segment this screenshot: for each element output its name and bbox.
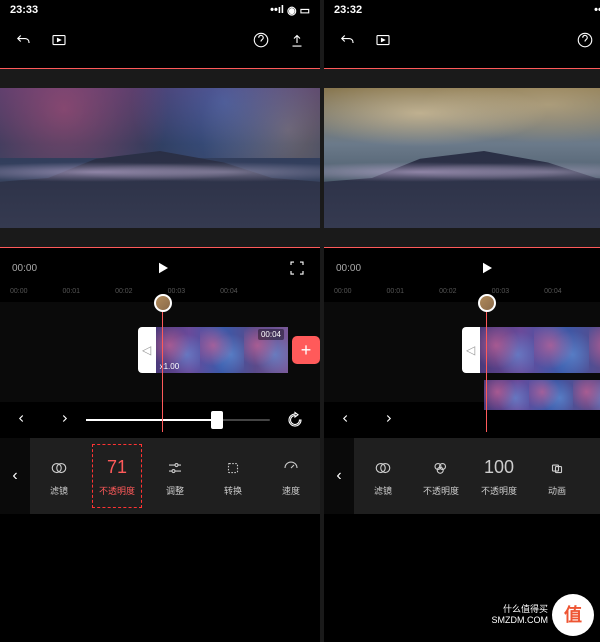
- adjust-icon: [166, 456, 184, 480]
- fullscreen-button[interactable]: [286, 257, 308, 279]
- playhead-line: [162, 310, 163, 432]
- blend-icon: [432, 456, 450, 480]
- tool-mask[interactable]: 蒙板: [586, 438, 600, 514]
- tool-blend[interactable]: 不透明度: [412, 438, 470, 514]
- preview-image: [0, 88, 320, 228]
- reset-icon[interactable]: [284, 409, 306, 431]
- playhead-marker[interactable]: [478, 294, 496, 312]
- current-time: 00:00: [12, 263, 37, 274]
- playhead-line: [486, 310, 487, 432]
- tool-transform[interactable]: 转换: [204, 438, 262, 514]
- signal-icon: ••ıl: [270, 4, 284, 16]
- play-button[interactable]: [37, 259, 286, 277]
- bottom-toolbar: ‹ 滤镜 不透明度 100 不透明度 动画 蒙板: [324, 438, 600, 514]
- phone-left: 23:33 ••ıl ◉ ▭ 00:00 00:00 00:01 00:02 0…: [0, 0, 320, 642]
- add-clip-button[interactable]: +: [292, 336, 320, 364]
- clip-handle-left[interactable]: ◁: [138, 327, 156, 373]
- redo-icon[interactable]: [50, 409, 72, 431]
- filter-icon: [50, 456, 68, 480]
- opacity-slider[interactable]: [86, 419, 270, 421]
- overlay-track[interactable]: +: [484, 380, 600, 410]
- bottom-toolbar: ‹ 滤镜 71 不透明度 调整 转换 速度: [0, 438, 320, 514]
- timeline[interactable]: ◁ 00:04 +: [324, 302, 600, 402]
- timeline-ruler: 00:00 00:01 00:02 00:03 00:04: [324, 288, 600, 302]
- transform-icon: [224, 456, 242, 480]
- watermark: 什么值得买 SMZDM.COM 值: [492, 594, 595, 636]
- watermark-logo: 值: [552, 594, 594, 636]
- tool-opacity[interactable]: 100 不透明度: [470, 438, 528, 514]
- tool-filter[interactable]: 滤镜: [30, 438, 88, 514]
- undo-button[interactable]: [336, 29, 358, 51]
- video-clip[interactable]: 00:04 x1.00: [156, 327, 288, 373]
- video-track[interactable]: ◁ 00:04 x1.00 +: [138, 327, 320, 373]
- play-button[interactable]: [361, 259, 600, 277]
- status-bar: 23:33 ••ıl ◉ ▭: [0, 0, 320, 20]
- opacity-value: 100: [484, 456, 514, 480]
- top-bar: [0, 20, 320, 60]
- redo-icon[interactable]: [374, 409, 396, 431]
- status-icons: ••ıl ◉ ▭: [594, 4, 600, 17]
- status-time: 23:32: [334, 4, 362, 16]
- video-clip[interactable]: 00:04: [480, 327, 600, 373]
- tool-filter[interactable]: 滤镜: [354, 438, 412, 514]
- video-preview[interactable]: [324, 68, 600, 248]
- undo-button[interactable]: [12, 29, 34, 51]
- filter-icon: [374, 456, 392, 480]
- clip-duration: 00:04: [258, 329, 284, 340]
- slider-thumb[interactable]: [211, 411, 223, 429]
- animation-icon: [548, 456, 566, 480]
- status-time: 23:33: [10, 4, 38, 16]
- help-button[interactable]: [250, 29, 272, 51]
- overlay-clip[interactable]: [484, 380, 600, 410]
- tool-adjust[interactable]: 调整: [146, 438, 204, 514]
- status-bar: 23:32 ••ıl ◉ ▭: [324, 0, 600, 20]
- opacity-value: 71: [107, 456, 127, 480]
- top-bar: [324, 20, 600, 60]
- status-icons: ••ıl ◉ ▭: [270, 4, 310, 17]
- timeline[interactable]: ◁ 00:04 x1.00 +: [0, 302, 320, 402]
- playback-bar: 00:00: [0, 248, 320, 288]
- current-time: 00:00: [336, 263, 361, 274]
- signal-icon: ••ıl: [594, 4, 600, 16]
- preview-button[interactable]: [48, 29, 70, 51]
- tool-opacity[interactable]: 71 不透明度: [88, 438, 146, 514]
- playhead-marker[interactable]: [154, 294, 172, 312]
- wifi-icon: ◉: [287, 4, 297, 17]
- opacity-slider-row: [0, 402, 320, 438]
- undo-icon[interactable]: [338, 409, 360, 431]
- video-track[interactable]: ◁ 00:04: [462, 327, 600, 373]
- speed-icon: [282, 456, 300, 480]
- tool-animation[interactable]: 动画: [528, 438, 586, 514]
- phone-right: 23:32 ••ıl ◉ ▭ 00:00 00:00 00:01 00:02 0…: [324, 0, 600, 642]
- playback-bar: 00:00: [324, 248, 600, 288]
- video-preview[interactable]: [0, 68, 320, 248]
- preview-image: [324, 88, 600, 228]
- preview-button[interactable]: [372, 29, 394, 51]
- help-button[interactable]: [574, 29, 596, 51]
- share-button[interactable]: [286, 29, 308, 51]
- back-button[interactable]: ‹: [324, 438, 354, 514]
- clip-handle-left[interactable]: ◁: [462, 327, 480, 373]
- battery-icon: ▭: [300, 4, 310, 17]
- watermark-text: 什么值得买 SMZDM.COM: [492, 604, 549, 626]
- undo-icon[interactable]: [14, 409, 36, 431]
- back-button[interactable]: ‹: [0, 438, 30, 514]
- tool-speed[interactable]: 速度: [262, 438, 320, 514]
